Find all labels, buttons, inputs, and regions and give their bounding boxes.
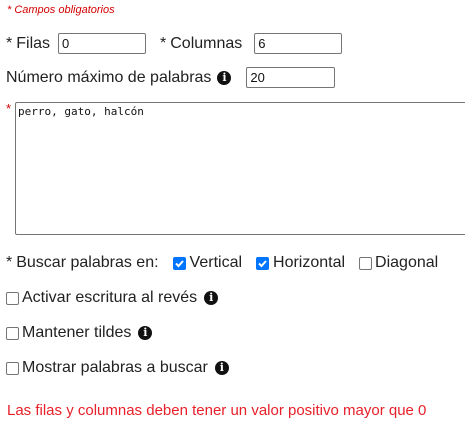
diagonal-checkbox[interactable]: [359, 256, 373, 270]
reverse-checkbox[interactable]: [6, 291, 19, 305]
check-icon: [258, 259, 267, 267]
required-asterisk: *: [6, 101, 12, 116]
rows-label: Filas: [16, 34, 51, 52]
dimensions-row: * Filas * Columnas: [6, 33, 343, 54]
required-asterisk: *: [160, 34, 167, 52]
reverse-row: Activar escritura al revés i: [6, 289, 219, 307]
columns-label: Columnas: [170, 34, 243, 52]
show-words-row: Mostrar palabras a buscar i: [6, 359, 229, 377]
accents-label[interactable]: Mantener tildes: [22, 324, 131, 342]
diagonal-label[interactable]: Diagonal: [375, 254, 438, 272]
search-options-row: * Buscar palabras en: Vertical Horizonta…: [6, 254, 438, 272]
accents-checkbox[interactable]: [6, 326, 19, 340]
columns-input[interactable]: [254, 33, 343, 54]
horizontal-checkbox[interactable]: [256, 256, 270, 270]
show-words-label[interactable]: Mostrar palabras a buscar: [22, 359, 208, 377]
check-icon: [174, 259, 184, 267]
error-message: Las filas y columnas deben tener un valo…: [7, 402, 427, 419]
required-asterisk: *: [6, 254, 13, 271]
max-words-input[interactable]: [246, 67, 336, 88]
reverse-label[interactable]: Activar escritura al revés: [22, 289, 197, 307]
horizontal-label[interactable]: Horizontal: [273, 254, 345, 272]
info-icon[interactable]: i: [204, 291, 219, 305]
vertical-checkbox[interactable]: [172, 256, 186, 270]
words-textarea[interactable]: perro, gato, halcón: [15, 102, 465, 235]
accents-row: Mantener tildes i: [6, 324, 153, 342]
search-label: Buscar palabras en:: [16, 254, 159, 271]
required-asterisk: *: [6, 34, 13, 52]
show-words-checkbox[interactable]: [6, 361, 19, 375]
max-words-label: Número máximo de palabras: [6, 68, 212, 86]
rows-input[interactable]: [58, 33, 147, 54]
max-words-row: Número máximo de palabras i: [6, 67, 336, 88]
info-icon[interactable]: i: [217, 70, 232, 85]
info-icon[interactable]: i: [138, 326, 153, 340]
vertical-label[interactable]: Vertical: [190, 254, 242, 272]
info-icon[interactable]: i: [214, 361, 229, 375]
required-note: * Campos obligatorios: [7, 4, 115, 16]
